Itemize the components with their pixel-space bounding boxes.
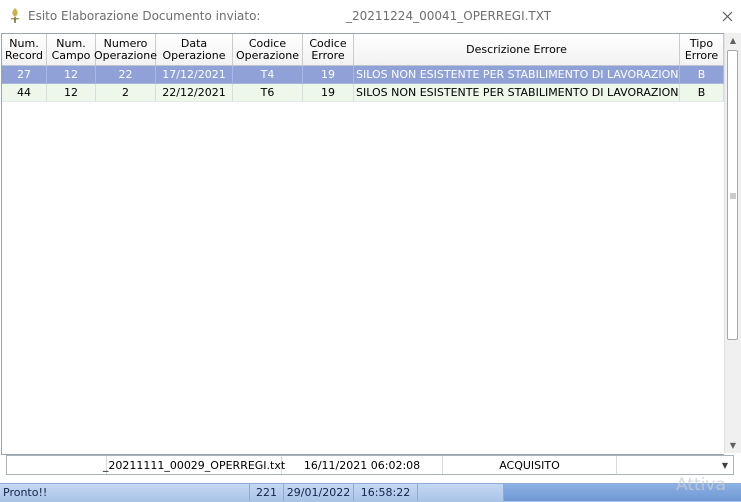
column-header-num-record[interactable]: Num. Record — [2, 34, 47, 65]
status-empty-panel — [418, 484, 504, 501]
status-message: Pronto!! — [0, 484, 250, 501]
combo-dropdown-button[interactable]: ▼ — [717, 456, 733, 474]
watermark-text: Attiva — [676, 475, 726, 495]
close-button[interactable] — [716, 5, 738, 27]
cell-descrizione-errore: SILOS NON ESISTENTE PER STABILIMENTO DI … — [354, 66, 680, 84]
combo-status: ACQUISITO — [443, 456, 617, 474]
cell-numero-operazione: 22 — [96, 66, 156, 84]
app-logo-icon — [10, 8, 20, 23]
status-time: 16:58:22 — [354, 484, 418, 501]
column-header-data-operazione[interactable]: Data Operazione — [156, 34, 233, 65]
scroll-down-button[interactable]: ▼ — [725, 438, 741, 452]
errors-grid[interactable]: Num. Record Num. Campo Numero Operazione Da… — [1, 33, 724, 455]
chevron-down-icon: ▼ — [721, 460, 729, 470]
column-header-codice-errore[interactable]: Codice Errore — [303, 34, 354, 65]
status-bar: Pronto!! 221 29/01/2022 16:58:22 — [0, 483, 741, 502]
document-select[interactable]: _20211111_00029_OPERREGI.txt 16/11/2021 … — [6, 455, 734, 475]
arrow-down-icon: ▼ — [729, 440, 737, 450]
cell-codice-errore: 19 — [303, 84, 354, 102]
cell-data-operazione: 17/12/2021 — [156, 66, 233, 84]
cell-numero-operazione: 2 — [96, 84, 156, 102]
table-row-selected[interactable]: 27 12 22 17/12/2021 T4 19 SILOS NON ESIS… — [2, 66, 724, 84]
cell-tipo-errore: B — [680, 84, 724, 102]
column-header-codice-operazione[interactable]: Codice Operazione — [233, 34, 303, 65]
window-title-label: Esito Elaborazione Documento inviato: — [28, 9, 261, 23]
status-date: 29/01/2022 — [284, 484, 354, 501]
scroll-up-button[interactable]: ▲ — [725, 33, 741, 47]
title-bar: Esito Elaborazione Documento inviato: _2… — [0, 0, 741, 31]
table-row[interactable]: 44 12 2 22/12/2021 T6 19 SILOS NON ESIST… — [2, 84, 724, 102]
cell-tipo-errore: B — [680, 66, 724, 84]
cell-descrizione-errore: SILOS NON ESISTENTE PER STABILIMENTO DI … — [354, 84, 680, 102]
cell-codice-errore: 19 — [303, 66, 354, 84]
close-icon — [722, 11, 732, 21]
cell-codice-operazione: T6 — [233, 84, 303, 102]
cell-num-record: 44 — [2, 84, 47, 102]
cell-num-record: 27 — [2, 66, 47, 84]
grip-icon — [730, 193, 736, 199]
grid-header: Num. Record Num. Campo Numero Operazione Da… — [2, 34, 724, 66]
scrollbar-thumb[interactable] — [727, 50, 738, 340]
cell-num-campo: 12 — [47, 66, 96, 84]
arrow-up-icon: ▲ — [729, 35, 737, 45]
combo-datetime: 16/11/2021 06:02:08 — [282, 456, 443, 474]
vertical-scrollbar[interactable]: ▲ ▼ — [724, 33, 741, 453]
combo-empty-cell — [7, 456, 107, 474]
status-count: 221 — [250, 484, 284, 501]
cell-data-operazione: 22/12/2021 — [156, 84, 233, 102]
column-header-descrizione-errore[interactable]: Descrizione Errore — [354, 34, 680, 65]
column-header-num-campo[interactable]: Num. Campo — [47, 34, 96, 65]
cell-num-campo: 12 — [47, 84, 96, 102]
combo-file: _20211111_00029_OPERREGI.txt — [103, 456, 285, 474]
column-header-numero-operazione[interactable]: Numero Operazione — [94, 34, 157, 65]
column-header-tipo-errore[interactable]: Tipo Errore — [680, 34, 724, 65]
window-title-file: _20211224_00041_OPERREGI.TXT — [346, 9, 552, 23]
cell-codice-operazione: T4 — [233, 66, 303, 84]
